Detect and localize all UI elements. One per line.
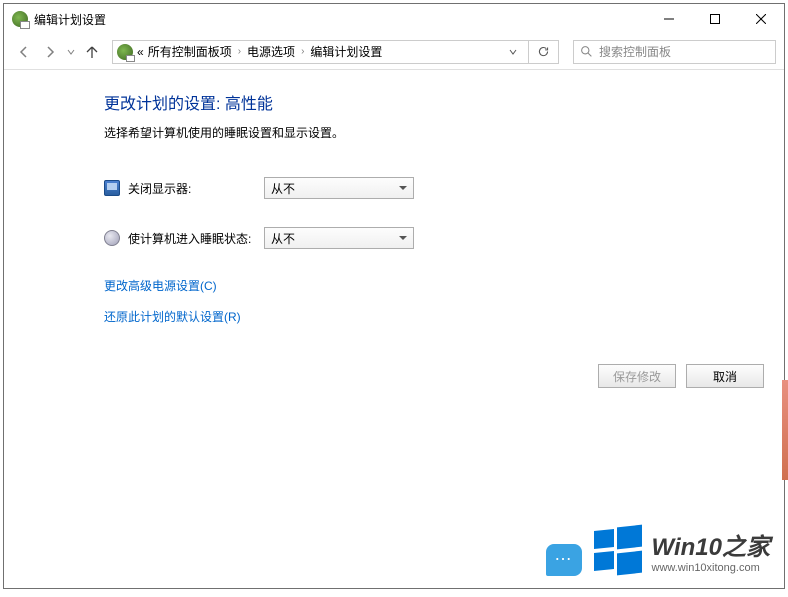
sleep-label: 使计算机进入睡眠状态: xyxy=(128,230,264,247)
display-off-dropdown[interactable]: 从不 xyxy=(264,177,414,199)
breadcrumb-prefix: « xyxy=(137,45,144,59)
chevron-right-icon[interactable]: › xyxy=(236,46,243,57)
window-title: 编辑计划设置 xyxy=(34,11,646,28)
close-button[interactable] xyxy=(738,4,784,34)
display-off-label: 关闭显示器: xyxy=(128,180,264,197)
dropdown-value: 从不 xyxy=(271,180,295,197)
action-buttons: 保存修改 取消 xyxy=(598,364,764,388)
chat-bubble-icon xyxy=(546,544,582,576)
back-button[interactable] xyxy=(12,40,36,64)
location-icon xyxy=(117,44,133,60)
chevron-right-icon[interactable]: › xyxy=(299,46,306,57)
address-dropdown[interactable] xyxy=(502,48,524,56)
brand-text: Win10之家 www.win10xitong.com xyxy=(652,527,770,574)
address-bar-wrap: « 所有控制面板项 › 电源选项 › 编辑计划设置 xyxy=(112,40,559,64)
power-options-icon xyxy=(12,11,28,27)
search-icon xyxy=(580,45,593,58)
page-heading: 更改计划的设置: 高性能 xyxy=(104,90,784,114)
breadcrumb-item[interactable]: 编辑计划设置 xyxy=(310,43,382,60)
forward-button[interactable] xyxy=(38,40,62,64)
address-bar[interactable]: « 所有控制面板项 › 电源选项 › 编辑计划设置 xyxy=(112,40,529,64)
search-input[interactable]: 搜索控制面板 xyxy=(573,40,776,64)
breadcrumb-item[interactable]: 电源选项 xyxy=(247,43,295,60)
sleep-dropdown[interactable]: 从不 xyxy=(264,227,414,249)
display-off-row: 关闭显示器: 从不 xyxy=(104,177,784,199)
window-controls xyxy=(646,4,784,34)
monitor-icon xyxy=(104,180,120,196)
sleep-row: 使计算机进入睡眠状态: 从不 xyxy=(104,227,784,249)
navigation-bar: « 所有控制面板项 › 电源选项 › 编辑计划设置 搜索控制面板 xyxy=(4,34,784,70)
history-dropdown[interactable] xyxy=(64,48,78,56)
save-button[interactable]: 保存修改 xyxy=(598,364,676,388)
dropdown-value: 从不 xyxy=(271,230,295,247)
control-panel-window: 编辑计划设置 « xyxy=(3,3,785,589)
restore-link-row: 还原此计划的默认设置(R) xyxy=(104,308,784,325)
cancel-button[interactable]: 取消 xyxy=(686,364,764,388)
restore-defaults-link[interactable]: 还原此计划的默认设置(R) xyxy=(104,310,241,324)
background-decoration xyxy=(782,380,788,480)
breadcrumb-item[interactable]: 所有控制面板项 xyxy=(148,43,232,60)
advanced-link-row: 更改高级电源设置(C) xyxy=(104,277,784,294)
windows-logo-icon xyxy=(594,526,642,574)
minimize-button[interactable] xyxy=(646,4,692,34)
brand-url: www.win10xitong.com xyxy=(652,562,770,574)
search-placeholder: 搜索控制面板 xyxy=(599,43,671,60)
page-subtext: 选择希望计算机使用的睡眠设置和显示设置。 xyxy=(104,124,784,141)
advanced-settings-link[interactable]: 更改高级电源设置(C) xyxy=(104,279,217,293)
titlebar: 编辑计划设置 xyxy=(4,4,784,34)
content-area: 更改计划的设置: 高性能 选择希望计算机使用的睡眠设置和显示设置。 关闭显示器:… xyxy=(4,70,784,588)
maximize-button[interactable] xyxy=(692,4,738,34)
moon-icon xyxy=(104,230,120,246)
up-button[interactable] xyxy=(80,40,104,64)
refresh-button[interactable] xyxy=(529,40,559,64)
watermark: Win10之家 www.win10xitong.com xyxy=(594,526,770,574)
brand-name: Win10之家 xyxy=(652,527,770,562)
